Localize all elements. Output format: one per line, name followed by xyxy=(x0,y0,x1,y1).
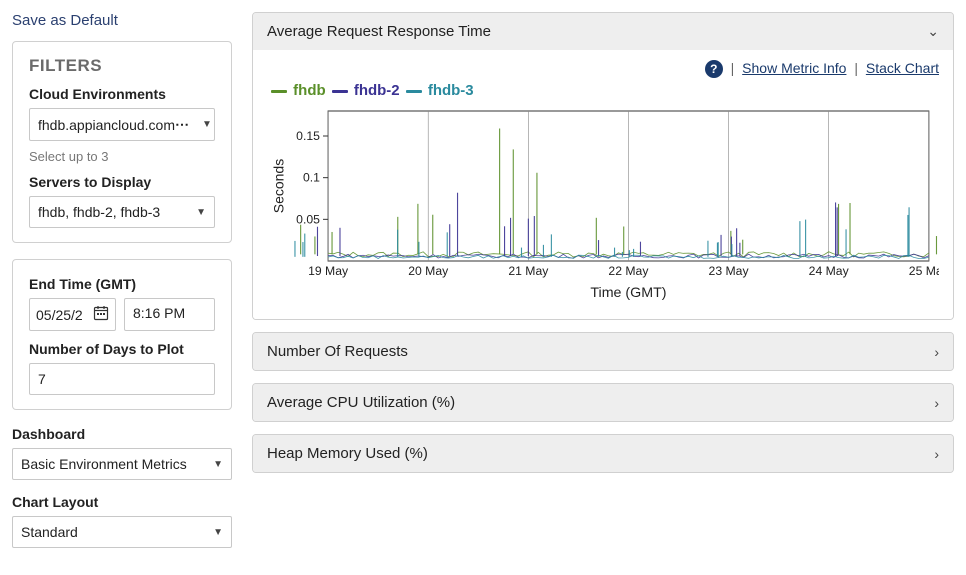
panel-avg-response-time: Average Request Response Time ⌄ ? | Show… xyxy=(252,12,954,320)
panel-collapsed: Heap Memory Used (%) › xyxy=(252,434,954,473)
legend-item: fhdb-2 xyxy=(332,82,400,99)
chart-layout-value: Standard xyxy=(21,524,78,540)
servers-value: fhdb, fhdb-2, fhdb-3 xyxy=(38,204,160,220)
calendar-icon[interactable] xyxy=(93,305,109,324)
filters-title: FILTERS xyxy=(29,56,215,76)
servers-label: Servers to Display xyxy=(29,174,215,190)
chart-layout-select[interactable]: Standard ▼ xyxy=(12,516,232,548)
legend-item: fhdb-3 xyxy=(406,82,474,99)
end-date-input[interactable]: 05/25/2 xyxy=(29,298,116,331)
legend-swatch xyxy=(271,90,287,93)
svg-text:25 May: 25 May xyxy=(909,264,939,278)
chevron-right-icon: › xyxy=(934,395,939,411)
chevron-down-icon: ▼ xyxy=(202,119,212,130)
save-as-default-link[interactable]: Save as Default xyxy=(12,12,232,29)
separator: | xyxy=(731,60,735,76)
end-time-label: End Time (GMT) xyxy=(29,276,215,292)
panel-header-avg-response-time[interactable]: Average Request Response Time ⌄ xyxy=(253,13,953,50)
filters-panel: FILTERS Cloud Environments fhdb.appiancl… xyxy=(12,41,232,243)
panel-title: Number Of Requests xyxy=(267,343,408,360)
cloud-env-label: Cloud Environments xyxy=(29,86,215,102)
panel-header[interactable]: Number Of Requests › xyxy=(253,333,953,370)
show-metric-info-link[interactable]: Show Metric Info xyxy=(742,60,846,76)
end-time-input[interactable]: 8:16 PM xyxy=(124,298,215,331)
svg-text:Time (GMT): Time (GMT) xyxy=(590,284,666,300)
panel-title: Average CPU Utilization (%) xyxy=(267,394,455,411)
cloud-env-select[interactable]: fhdb.appiancloud.com ⋯ ▼ xyxy=(29,108,215,141)
time-panel: End Time (GMT) 05/25/2 8:16 PM Number of… xyxy=(12,259,232,410)
panel-title: Average Request Response Time xyxy=(267,23,491,40)
days-value: 7 xyxy=(38,371,46,387)
svg-text:19 May: 19 May xyxy=(308,264,349,278)
chart-area: 19 May 20 May 21 May 22 May 23 May 24 May 25 M… xyxy=(267,101,939,301)
svg-text:Seconds: Seconds xyxy=(270,159,286,213)
svg-text:21 May: 21 May xyxy=(508,264,549,278)
end-date-value: 05/25/2 xyxy=(36,307,83,323)
chevron-down-icon: ⌄ xyxy=(927,23,939,40)
svg-text:0.1: 0.1 xyxy=(303,171,320,185)
days-label: Number of Days to Plot xyxy=(29,341,215,357)
ellipsis-icon: ⋯ xyxy=(175,116,190,133)
servers-select[interactable]: fhdb, fhdb-2, fhdb-3 ▼ xyxy=(29,196,215,228)
chevron-down-icon: ▼ xyxy=(213,459,223,470)
dashboard-value: Basic Environment Metrics xyxy=(21,456,187,472)
legend-swatch xyxy=(406,90,422,93)
legend-swatch xyxy=(332,90,348,93)
cloud-env-value: fhdb.appiancloud.com xyxy=(38,117,175,133)
chart-legend: fhdb fhdb-2 fhdb-3 xyxy=(267,82,939,99)
dashboard-select[interactable]: Basic Environment Metrics ▼ xyxy=(12,448,232,480)
chart-layout-label: Chart Layout xyxy=(12,494,232,510)
svg-text:0.05: 0.05 xyxy=(296,213,320,227)
chevron-down-icon: ▼ xyxy=(213,527,223,538)
svg-text:20 May: 20 May xyxy=(408,264,449,278)
svg-text:24 May: 24 May xyxy=(809,264,850,278)
stack-chart-link[interactable]: Stack Chart xyxy=(866,60,939,76)
svg-text:22 May: 22 May xyxy=(608,264,649,278)
panel-collapsed: Average CPU Utilization (%) › xyxy=(252,383,954,422)
chevron-down-icon: ▼ xyxy=(196,207,206,218)
chevron-right-icon: › xyxy=(934,446,939,462)
panel-collapsed: Number Of Requests › xyxy=(252,332,954,371)
panel-title: Heap Memory Used (%) xyxy=(267,445,428,462)
separator: | xyxy=(854,60,858,76)
legend-item: fhdb xyxy=(271,82,326,99)
dashboard-label: Dashboard xyxy=(12,426,232,442)
panel-header[interactable]: Average CPU Utilization (%) › xyxy=(253,384,953,421)
help-icon[interactable]: ? xyxy=(705,60,723,78)
chevron-right-icon: › xyxy=(934,344,939,360)
svg-text:0.15: 0.15 xyxy=(296,129,320,143)
cloud-env-helper: Select up to 3 xyxy=(29,149,215,164)
panel-body: ? | Show Metric Info | Stack Chart fhdb … xyxy=(253,50,953,319)
panel-header[interactable]: Heap Memory Used (%) › xyxy=(253,435,953,472)
end-time-value: 8:16 PM xyxy=(133,305,185,321)
days-input[interactable]: 7 xyxy=(29,363,215,395)
svg-text:23 May: 23 May xyxy=(709,264,750,278)
